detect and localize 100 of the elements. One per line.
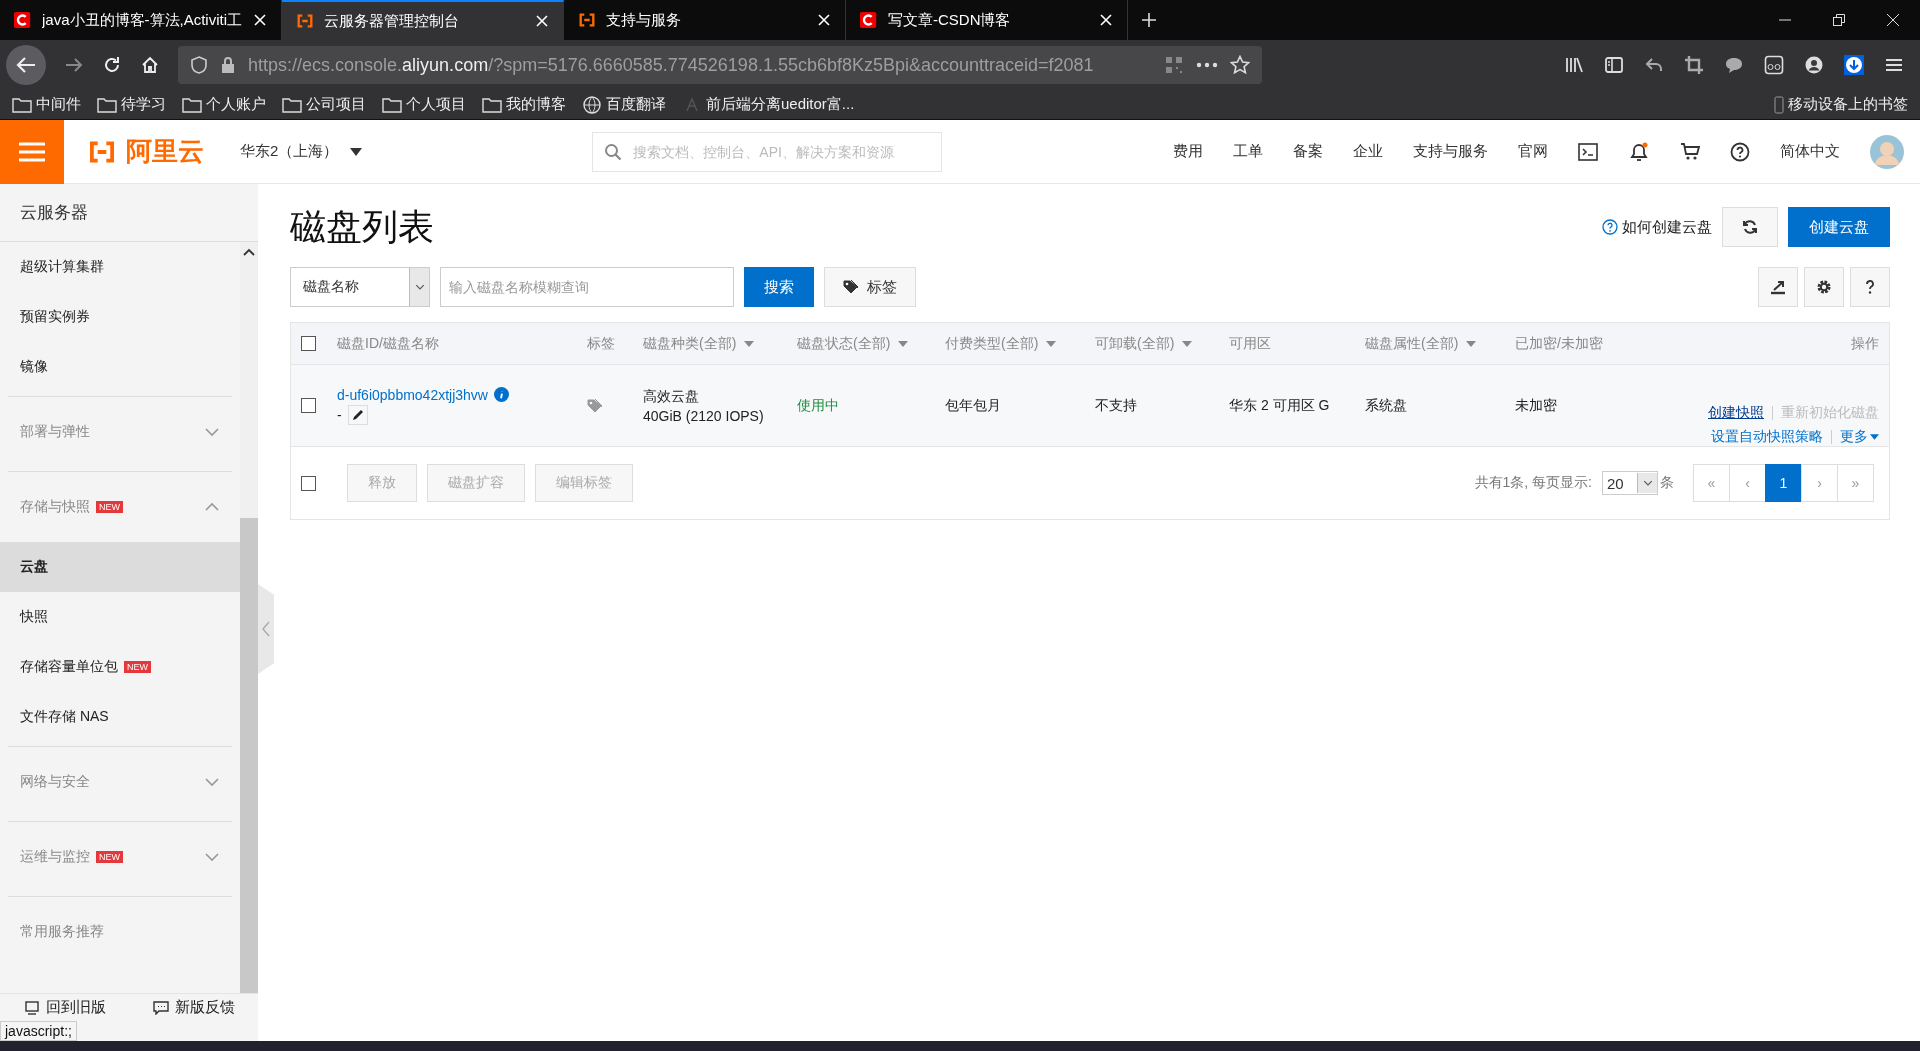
nav-link[interactable]: 官网: [1518, 142, 1548, 161]
scrollbar-thumb[interactable]: [240, 518, 258, 993]
bookmark[interactable]: 我的博客: [482, 94, 566, 115]
sidebar-item[interactable]: 云盘: [0, 542, 240, 592]
tag-button[interactable]: 标签: [824, 267, 916, 307]
bookmark[interactable]: 移动设备上的书签: [1774, 95, 1908, 114]
chevron-down-icon: [204, 425, 220, 439]
bookmark[interactable]: 个人项目: [382, 94, 466, 115]
sidebar-group[interactable]: 存储与快照 NEW: [8, 472, 232, 542]
qr-code-icon[interactable]: [1164, 55, 1184, 75]
checkbox[interactable]: [301, 475, 316, 491]
star-icon[interactable]: [1230, 55, 1250, 75]
sidebar-icon[interactable]: [1604, 55, 1624, 75]
pagination-label: 条: [1660, 474, 1674, 492]
browser-tab[interactable]: 云服务器管理控制台: [282, 0, 564, 40]
bookmark[interactable]: 待学习: [97, 94, 166, 115]
nav-link[interactable]: 企业: [1353, 142, 1383, 161]
bookmark[interactable]: 公司项目: [282, 94, 366, 115]
select-field[interactable]: 磁盘名称: [290, 267, 430, 307]
table-cell: 系统盘: [1365, 396, 1407, 415]
help-button[interactable]: [1850, 267, 1890, 307]
logo-icon: [14, 11, 32, 29]
sidebar-item[interactable]: 镜像: [0, 342, 240, 392]
pencil-icon: [350, 407, 365, 422]
refresh-icon: [1742, 219, 1758, 235]
search-field[interactable]: 搜索文档、控制台、API、解决方案和资源: [592, 131, 943, 172]
cart-icon[interactable]: [1680, 141, 1700, 162]
menu-button[interactable]: [0, 119, 64, 184]
nav-link[interactable]: 工单: [1233, 142, 1263, 161]
reload-icon[interactable]: [102, 55, 122, 75]
caret-icon: [898, 340, 909, 347]
sidebar-item[interactable]: 超级计算集群: [0, 242, 240, 292]
help-icon[interactable]: [1730, 141, 1750, 162]
download-icon[interactable]: [1844, 55, 1864, 75]
action-link[interactable]: 设置自动快照策略: [1711, 428, 1823, 446]
shield-icon: [190, 56, 208, 74]
sidebar-group[interactable]: 运维与监控 NEW: [8, 822, 232, 892]
export-button[interactable]: [1758, 267, 1798, 307]
back-icon[interactable]: [6, 45, 46, 85]
chat-icon[interactable]: [1724, 55, 1744, 75]
help-link[interactable]: 如何创建云盘: [1602, 217, 1712, 237]
home-icon[interactable]: [140, 55, 160, 75]
page-size-select[interactable]: 20: [1602, 471, 1658, 495]
lock-icon: [220, 56, 236, 74]
refresh-button[interactable]: [1722, 207, 1778, 247]
checkbox[interactable]: [301, 336, 316, 351]
menu-icon: [18, 140, 46, 163]
footer-link[interactable]: 回到旧版: [23, 998, 106, 1017]
nav-link[interactable]: 费用: [1173, 142, 1203, 161]
status-text: javascript:;: [0, 1021, 77, 1041]
create-button[interactable]: 创建云盘: [1788, 207, 1890, 247]
close-icon[interactable]: [1886, 13, 1900, 27]
sidebar-item[interactable]: 预留实例券: [0, 292, 240, 342]
bookmark[interactable]: 个人账户: [182, 94, 266, 115]
bookmark[interactable]: 百度翻译: [582, 94, 666, 115]
language-selector[interactable]: 简体中文: [1780, 142, 1840, 161]
account-icon[interactable]: [1804, 55, 1824, 75]
footer-link[interactable]: 新版反馈: [152, 998, 235, 1017]
scroll-up-icon[interactable]: [243, 248, 255, 256]
settings-button[interactable]: [1804, 267, 1844, 307]
chevron-left-icon: [262, 621, 270, 637]
bell-icon[interactable]: [1628, 140, 1650, 163]
edit-button[interactable]: [347, 404, 368, 425]
search-field[interactable]: 输入磁盘名称模糊查询: [440, 267, 734, 307]
address-bar[interactable]: https://ecs.console.aliyun.com/?spm=5176.6660585.774526198.1.55cb6bf8Kz5Bpi&accounttraceid=f2081: [178, 46, 1262, 84]
settings-icon: [1816, 279, 1832, 295]
bracket-logo-icon: [296, 12, 314, 30]
chevron-down-icon: [1642, 479, 1653, 487]
column-header: 已加密/未加密: [1515, 334, 1603, 353]
glasses-icon[interactable]: [1764, 55, 1784, 75]
new-tab-icon[interactable]: [1140, 11, 1158, 29]
nav-link[interactable]: 备案: [1293, 142, 1323, 161]
terminal-icon[interactable]: [1578, 142, 1598, 161]
status-text: 使用中: [797, 396, 839, 415]
sidebar-item[interactable]: 快照: [0, 592, 240, 642]
disk-id-link[interactable]: d-uf6i0pbbmo42xtjj3hvw: [337, 386, 488, 403]
page-button[interactable]: 1: [1765, 464, 1802, 502]
search-button[interactable]: 搜索: [744, 267, 814, 307]
table-cell: 包年包月: [945, 396, 1001, 415]
new-badge: NEW: [96, 851, 123, 863]
bookmark[interactable]: 前后端分离ueditor富...: [682, 94, 855, 115]
column-header: 可用区: [1229, 334, 1271, 353]
crop-icon[interactable]: [1684, 55, 1704, 75]
help-icon: [1865, 279, 1875, 295]
more-icon[interactable]: [1196, 62, 1218, 68]
region-selector[interactable]: 华东2（上海）: [240, 142, 363, 161]
scrollbar[interactable]: [240, 242, 258, 993]
checkbox[interactable]: [301, 398, 316, 413]
sidebar-item[interactable]: 存储容量单位包 NEW: [0, 642, 240, 692]
info-icon[interactable]: [494, 387, 509, 402]
action-link[interactable]: 更多: [1840, 428, 1879, 446]
bracket-logo-icon: [578, 11, 596, 29]
bookmark[interactable]: 中间件: [12, 94, 81, 115]
nav-link[interactable]: 支持与服务: [1413, 142, 1488, 161]
sidebar-item[interactable]: 文件存储 NAS: [0, 692, 240, 742]
restore-icon[interactable]: [1832, 13, 1846, 27]
table-cell: 华东 2 可用区 G: [1229, 396, 1330, 415]
library-icon[interactable]: [1564, 55, 1584, 75]
search-icon: [604, 142, 623, 161]
help-icon: [1602, 219, 1618, 235]
